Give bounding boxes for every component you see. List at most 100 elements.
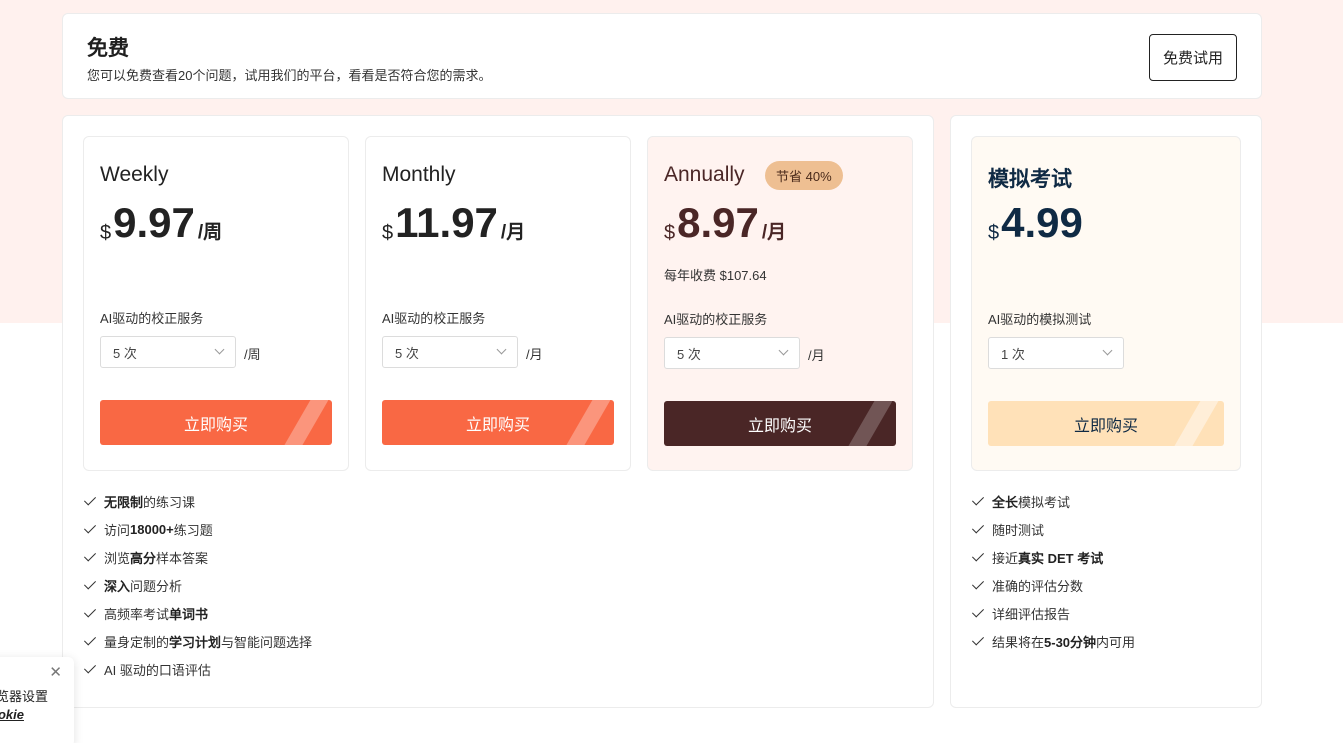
- feature-item: 结果将在 5-30分钟 内可用: [971, 627, 1135, 655]
- price-currency: $: [382, 222, 394, 244]
- feature-text: 的练习课: [143, 494, 196, 510]
- feature-pre: 量身定制的: [104, 634, 170, 650]
- free-title: 免费: [87, 37, 129, 60]
- quantity-unit: /月: [808, 348, 825, 363]
- price-amount: 4.99: [1001, 199, 1083, 246]
- quantity-unit: /月: [526, 347, 543, 362]
- select-value: 1 次: [1001, 346, 1025, 362]
- feature-pre: 接近: [992, 550, 1019, 566]
- feature-item: 无限制 的练习课: [83, 487, 312, 515]
- feature-bold: 真实 DET 考试: [1018, 550, 1104, 566]
- check-icon: [971, 549, 985, 562]
- quantity-select[interactable]: 5 次: [100, 336, 236, 368]
- feature-pre: 准确的评估分数: [992, 578, 1084, 594]
- feature-text: 问题分析: [130, 578, 183, 594]
- buy-now-button[interactable]: 立即购买: [988, 401, 1224, 446]
- free-description: 您可以免费查看20个问题，试用我们的平台，看看是否符合您的需求。: [87, 68, 492, 83]
- feature-text: 模拟考试: [1018, 494, 1071, 510]
- feature-bold: 5-30分钟: [1044, 634, 1097, 650]
- feature-bold: 高分: [130, 550, 157, 566]
- feature-bold: 深入: [104, 578, 131, 594]
- check-icon: [83, 605, 97, 618]
- buy-now-label: 立即购买: [1073, 417, 1138, 435]
- free-trial-button[interactable]: 免费试用: [1149, 34, 1237, 81]
- check-icon: [83, 493, 97, 506]
- feature-item: 量身定制的 学习计划 与智能问题选择: [83, 627, 312, 655]
- feature-item: AI 驱动的口语评估: [83, 655, 312, 683]
- yearly-charge: 每年收费 $107.64: [664, 268, 767, 283]
- plan-price: $ 4.99: [988, 199, 1083, 247]
- feature-pre: 高频率考试: [104, 606, 170, 622]
- service-label: AI驱动的模拟测试: [988, 312, 1092, 327]
- feature-bold: 学习计划: [169, 634, 222, 650]
- buy-now-button[interactable]: 立即购买: [100, 400, 332, 445]
- feature-item: 接近 真实 DET 考试: [971, 543, 1135, 571]
- plan-name: Weekly: [100, 163, 169, 186]
- feature-list: 无限制 的练习课 访问 18000+ 练习题 浏览 高分 样本答案 深入 问题分析…: [83, 487, 312, 683]
- quantity-unit: /周: [244, 347, 261, 362]
- service-label: AI驱动的校正服务: [100, 311, 204, 326]
- price-period: /周: [197, 222, 223, 243]
- plan-name: Monthly: [382, 163, 456, 186]
- price-amount: 11.97: [395, 199, 498, 246]
- feature-item: 浏览 高分 样本答案: [83, 543, 312, 571]
- quantity-select[interactable]: 5 次: [664, 337, 800, 369]
- service-label: AI驱动的校正服务: [382, 311, 486, 326]
- cookie-settings-link[interactable]: ookie: [0, 707, 24, 722]
- plan-name: Annually: [664, 163, 745, 186]
- plan-card-mock-exam: 模拟考试 $ 4.99 AI驱动的模拟测试 1 次 立即购买: [971, 136, 1241, 471]
- check-icon: [971, 521, 985, 534]
- plan-price: $ 9.97 /周: [100, 199, 222, 247]
- feature-bold: 无限制: [104, 494, 144, 510]
- check-icon: [83, 549, 97, 562]
- buy-now-button[interactable]: 立即购买: [382, 400, 614, 445]
- feature-text: 与智能问题选择: [221, 634, 313, 650]
- close-icon[interactable]: ✕: [49, 665, 62, 680]
- button-stripe: [1168, 401, 1222, 446]
- feature-pre: 结果将在: [992, 634, 1045, 650]
- buy-now-label: 立即购买: [465, 416, 530, 434]
- price-period: /月: [500, 222, 526, 243]
- button-stripe: [560, 400, 614, 445]
- price-currency: $: [100, 222, 112, 244]
- free-trial-card: 免费 您可以免费查看20个问题，试用我们的平台，看看是否符合您的需求。 免费试用: [62, 13, 1262, 99]
- feature-pre: 详细评估报告: [992, 606, 1071, 622]
- feature-pre: 随时测试: [992, 522, 1045, 538]
- plan-name: 模拟考试: [988, 168, 1072, 191]
- check-icon: [83, 577, 97, 590]
- subscription-panel: Weekly $ 9.97 /周 AI驱动的校正服务 5 次 /周 立即购买 M…: [62, 115, 934, 708]
- feature-item: 深入 问题分析: [83, 571, 312, 599]
- feature-pre: 访问: [104, 522, 131, 538]
- feature-item: 高频率考试 单词书: [83, 599, 312, 627]
- feature-bold: 18000+: [130, 521, 174, 537]
- feature-bold: 单词书: [169, 606, 209, 622]
- buy-now-button[interactable]: 立即购买: [664, 401, 896, 446]
- plan-card-monthly: Monthly $ 11.97 /月 AI驱动的校正服务 5 次 /月 立即购买: [365, 136, 631, 471]
- feature-pre: AI 驱动的口语评估: [104, 662, 211, 678]
- check-icon: [971, 577, 985, 590]
- select-value: 5 次: [395, 345, 419, 361]
- cookie-text: 览器设置: [0, 689, 49, 704]
- feature-item: 全长 模拟考试: [971, 487, 1135, 515]
- chevron-down-icon: [778, 345, 789, 356]
- cookie-banner: ✕ 览器设置 ookie: [0, 657, 74, 743]
- check-icon: [971, 605, 985, 618]
- plan-price: $ 11.97 /月: [382, 199, 525, 247]
- check-icon: [83, 633, 97, 646]
- check-icon: [971, 633, 985, 646]
- plan-card-weekly: Weekly $ 9.97 /周 AI驱动的校正服务 5 次 /周 立即购买: [83, 136, 349, 471]
- price-amount: 8.97: [677, 199, 759, 246]
- chevron-down-icon: [214, 344, 225, 355]
- quantity-select[interactable]: 5 次: [382, 336, 518, 368]
- feature-text: 内可用: [1096, 634, 1136, 650]
- button-stripe: [278, 400, 332, 445]
- price-period: /月: [761, 222, 787, 243]
- plan-card-annually: Annually 节省 40% $ 8.97 /月 每年收费 $107.64 A…: [647, 136, 913, 471]
- quantity-select[interactable]: 1 次: [988, 337, 1124, 369]
- check-icon: [971, 493, 985, 506]
- savings-badge: 节省 40%: [765, 161, 843, 190]
- plan-price: $ 8.97 /月: [664, 199, 786, 247]
- price-currency: $: [988, 222, 1000, 244]
- feature-text: 样本答案: [156, 550, 209, 566]
- button-stripe: [842, 401, 896, 446]
